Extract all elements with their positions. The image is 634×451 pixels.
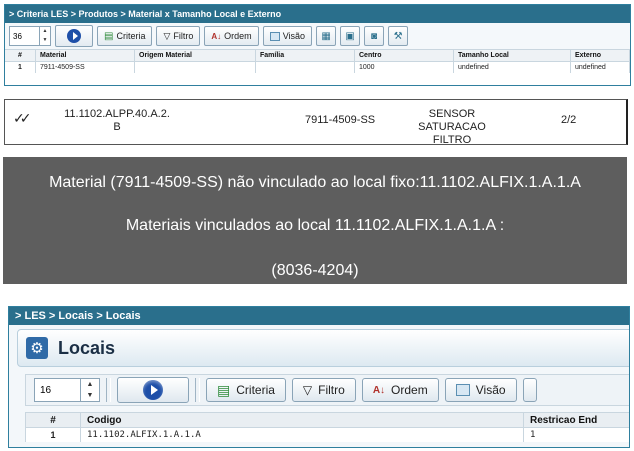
breadcrumb: > Criteria LES > Produtos > Material x T… — [5, 5, 630, 23]
sort-az-icon: A↓ — [211, 31, 222, 41]
col-header-material[interactable]: Material — [35, 50, 135, 62]
criteria-icon: ▤ — [104, 30, 114, 42]
col-header-origem[interactable]: Origem Material — [134, 50, 256, 62]
visao-button[interactable]: Visão — [444, 378, 517, 402]
visao-label: Visão — [475, 383, 506, 397]
refresh-button[interactable]: ◙ — [364, 26, 385, 46]
cell-material: 7911-4509-SS — [35, 61, 135, 73]
view-icon — [455, 384, 470, 396]
gear-icon: ⚙ — [26, 337, 48, 359]
cell-origem — [134, 61, 256, 73]
ordem-button[interactable]: A↓ Ordem — [361, 378, 439, 402]
up-arrow-icon[interactable]: ▲ — [81, 379, 99, 390]
visao-label: Visão — [282, 31, 306, 41]
col-header-familia[interactable]: Família — [255, 50, 355, 62]
down-arrow-icon[interactable]: ▼ — [81, 390, 99, 401]
more-button[interactable] — [522, 378, 537, 402]
toolbar-separator — [106, 378, 111, 402]
col-header-centro[interactable]: Centro — [354, 50, 454, 62]
double-check-icon: ✓✓ — [13, 110, 32, 126]
material-code: 7911-4509-SS — [305, 114, 376, 126]
up-arrow-icon[interactable]: ▲ — [40, 27, 50, 36]
cell-index: 1 — [25, 427, 81, 442]
play-icon — [67, 29, 81, 43]
location-line2: B — [113, 121, 121, 133]
page-size-stepper[interactable]: 36 ▲ ▼ — [9, 26, 51, 46]
cell-codigo: 11.1102.ALFIX.1.A.1.A — [80, 427, 524, 442]
cell-centro: 1000 — [354, 61, 454, 73]
page-title: Locais — [58, 337, 116, 358]
cell-tamanho-local: undefined — [453, 61, 571, 73]
play-icon — [143, 380, 163, 400]
cell-index: 1 — [5, 61, 36, 73]
export-icon: ▦ — [321, 30, 331, 42]
location-line1: 11.1102.ALPP.40.A.2. — [64, 108, 170, 120]
sort-az-icon: A↓ — [372, 384, 386, 396]
toolbar: 16 ▲ ▼ ▤ Criteria ▽ Filtro A↓ Ordem Visão — [25, 374, 629, 406]
location-code: 11.1102.ALPP.40.A.2. B — [57, 108, 177, 134]
message-line-3: (8036-4204) — [271, 262, 359, 279]
table-row[interactable]: 1 7911-4509-SS 1000 undefined undefined — [5, 61, 630, 73]
filtro-label: Filtro — [173, 31, 194, 41]
filtro-label: Filtro — [318, 383, 345, 397]
material-tamanho-panel: > Criteria LES > Produtos > Material x T… — [4, 4, 631, 86]
error-message-panel: Material (7911-4509-SS) não vinculado ao… — [3, 157, 627, 284]
save-button[interactable]: ▣ — [340, 26, 361, 46]
filtro-button[interactable]: ▽ Filtro — [291, 378, 356, 402]
page-size-value[interactable]: 36 — [10, 32, 39, 41]
criteria-button[interactable]: ▤ Criteria — [97, 26, 153, 46]
col-header-index[interactable]: # — [5, 50, 36, 62]
material-table: # Material Origem Material Família Centr… — [5, 50, 630, 73]
execute-button[interactable] — [55, 25, 93, 47]
page-size-stepper[interactable]: 16 ▲ ▼ — [34, 378, 100, 402]
execute-button[interactable] — [117, 377, 189, 403]
locais-table-wrapper: # Codigo Restricao End 1 11.1102.ALFIX.1… — [25, 412, 629, 442]
refresh-icon: ◙ — [371, 30, 378, 42]
visao-button[interactable]: Visão — [262, 26, 313, 46]
criteria-icon: ▤ — [217, 381, 231, 398]
table-row[interactable]: 1 11.1102.ALFIX.1.A.1.A 1 — [25, 427, 629, 442]
page-header: ⚙ Locais — [17, 329, 629, 367]
quantity-count: 2/2 — [561, 114, 577, 126]
ordem-label: Ordem — [391, 383, 428, 397]
ordem-button[interactable]: A↓ Ordem — [204, 26, 259, 46]
cell-restricao-end: 1 — [523, 427, 629, 442]
down-arrow-icon[interactable]: ▼ — [40, 36, 50, 45]
funnel-icon: ▽ — [163, 30, 171, 41]
description-line2: FILTRO — [432, 134, 472, 146]
wrench-icon: ⚒ — [393, 30, 403, 42]
material-description: SENSOR SATURACAO FILTRO — [397, 108, 507, 147]
message-line-1: Material (7911-4509-SS) não vinculado ao… — [49, 174, 581, 191]
message-line-2: Materiais vinculados ao local 11.1102.AL… — [125, 217, 505, 234]
locais-panel: > LES > Locais > Locais ⚙ Locais 16 ▲ ▼ ▤… — [8, 306, 630, 448]
cell-externo: undefined — [570, 61, 630, 73]
criteria-button[interactable]: ▤ Criteria — [206, 378, 286, 402]
toolbar: 36 ▲ ▼ ▤ Criteria ▽ Filtro A↓ Ordem Visão… — [5, 23, 630, 50]
funnel-icon: ▽ — [302, 383, 313, 397]
cell-familia — [255, 61, 355, 73]
filtro-button[interactable]: ▽ Filtro — [156, 26, 201, 46]
col-header-externo[interactable]: Externo — [570, 50, 630, 62]
locais-table: # Codigo Restricao End 1 11.1102.ALFIX.1… — [25, 412, 629, 442]
save-icon: ▣ — [345, 30, 355, 42]
view-icon — [269, 31, 280, 41]
toolbar-separator — [195, 378, 200, 402]
breadcrumb: > LES > Locais > Locais — [9, 307, 629, 325]
col-header-codigo[interactable]: Codigo — [80, 412, 524, 428]
ordem-label: Ordem — [224, 31, 252, 41]
col-header-restricao-end[interactable]: Restricao End — [523, 412, 629, 428]
description-line1: SENSOR SATURACAO — [418, 108, 486, 133]
criteria-label: Criteria — [116, 31, 146, 41]
stepper-arrows[interactable]: ▲ ▼ — [39, 27, 50, 45]
stepper-arrows[interactable]: ▲ ▼ — [80, 379, 99, 401]
col-header-index[interactable]: # — [25, 412, 81, 428]
col-header-tamanho-local[interactable]: Tamanho Local — [453, 50, 571, 62]
export-button[interactable]: ▦ — [316, 26, 337, 46]
settings-button[interactable]: ⚒ — [388, 26, 409, 46]
criteria-label: Criteria — [236, 383, 275, 397]
picking-row[interactable]: ✓✓ 11.1102.ALPP.40.A.2. B 7911-4509-SS S… — [4, 99, 628, 147]
page-size-value[interactable]: 16 — [35, 385, 80, 396]
